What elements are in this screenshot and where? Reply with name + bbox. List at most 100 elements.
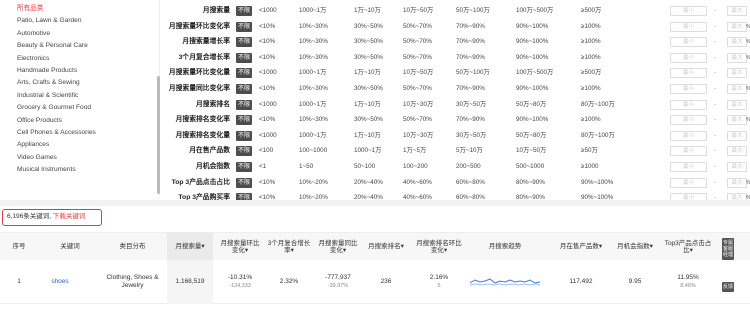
filter-option[interactable]: 1万~10万 xyxy=(354,99,381,111)
filter-unlimited-tag[interactable]: 不限 xyxy=(236,37,253,48)
filter-option[interactable]: 20%~40% xyxy=(354,177,383,189)
filter-option[interactable]: 1万~10万 xyxy=(354,67,381,79)
filter-option[interactable]: 10万~30万 xyxy=(403,130,433,142)
filter-min-input[interactable]: 最小 xyxy=(670,37,707,48)
filter-option[interactable]: <1000 xyxy=(259,5,277,17)
consult-button[interactable]: 专属客服经理 xyxy=(722,238,734,260)
filter-option[interactable]: <10% xyxy=(259,177,275,189)
sidebar-item-category[interactable]: Cell Phones & Accessories xyxy=(0,127,159,139)
filter-option[interactable]: 200~500 xyxy=(456,161,481,173)
filter-option[interactable]: 50%~70% xyxy=(403,83,432,95)
filter-min-input[interactable]: 最小 xyxy=(670,177,707,188)
col-mom-change[interactable]: 月搜索量环比变化▾ xyxy=(218,233,262,261)
filter-option[interactable]: 1000~1万 xyxy=(354,145,381,157)
filter-option[interactable]: 80%~90% xyxy=(516,177,545,189)
filter-option[interactable]: 30%~50% xyxy=(354,21,383,33)
col-products[interactable]: 月在售产品数▾ xyxy=(556,233,606,261)
sidebar-scrollbar[interactable] xyxy=(157,76,160,194)
filter-option[interactable]: 50%~70% xyxy=(403,114,432,126)
filter-option[interactable]: 90%~100% xyxy=(516,114,548,126)
filter-option[interactable]: ≥100% xyxy=(581,21,601,33)
filter-max-input[interactable]: 最大 xyxy=(727,21,747,32)
sidebar-item-category[interactable]: Electronics xyxy=(0,53,159,65)
col-search-rank[interactable]: 月搜索排名▾ xyxy=(364,233,408,261)
filter-unlimited-tag[interactable]: 不限 xyxy=(236,162,253,172)
sidebar-item-category[interactable]: Grocery & Gourmet Food xyxy=(0,102,159,114)
filter-option[interactable]: ≥100% xyxy=(581,36,601,48)
sidebar-item-category[interactable]: Video Games xyxy=(0,152,159,164)
filter-option[interactable]: 40%~60% xyxy=(403,177,432,189)
sidebar-item-category[interactable]: Industrial & Scientific xyxy=(0,90,159,102)
filter-unlimited-tag[interactable]: 不限 xyxy=(236,6,253,16)
filter-option[interactable]: 90%~100% xyxy=(516,36,548,48)
filter-option[interactable]: <10% xyxy=(259,21,275,33)
filter-option[interactable]: 10%~30% xyxy=(299,114,328,126)
filter-option[interactable]: 90%~100% xyxy=(581,177,613,189)
filter-option[interactable]: 1~50 xyxy=(299,161,313,173)
col-rank-change[interactable]: 月搜索排名环比变化▾ xyxy=(414,233,464,261)
filter-option[interactable]: 90%~100% xyxy=(516,21,548,33)
sidebar-item-category[interactable]: Beauty & Personal Care xyxy=(0,40,159,52)
filter-option[interactable]: 60%~80% xyxy=(456,177,485,189)
filter-option[interactable]: ≥1000 xyxy=(581,161,598,173)
filter-option[interactable]: 10万~50万 xyxy=(403,67,433,79)
filter-option[interactable]: 70%~90% xyxy=(456,114,485,126)
filter-option[interactable]: 50%~70% xyxy=(403,52,432,64)
filter-option[interactable]: <10% xyxy=(259,36,275,48)
sidebar-item-category[interactable]: Handmade Products xyxy=(0,65,159,77)
filter-option[interactable]: 100~1000 xyxy=(299,145,327,157)
filter-option[interactable]: <1 xyxy=(259,161,266,173)
filter-min-input[interactable]: 最小 xyxy=(670,99,707,110)
filter-min-input[interactable]: 最小 xyxy=(670,146,707,157)
filter-option[interactable]: ≥50万 xyxy=(581,145,598,157)
filter-option[interactable]: 80万~100万 xyxy=(581,99,615,111)
filter-option[interactable]: 30万~50万 xyxy=(456,99,486,111)
filter-max-input[interactable]: 最大 xyxy=(727,52,747,63)
sidebar-item-category[interactable]: Musical Instruments xyxy=(0,164,159,176)
filter-option[interactable]: 30%~50% xyxy=(354,52,383,64)
filter-option[interactable]: 70%~90% xyxy=(456,21,485,33)
filter-option[interactable]: 1000~1万 xyxy=(299,130,326,142)
filter-unlimited-tag[interactable]: 不限 xyxy=(236,84,253,94)
filter-option[interactable]: ≥500万 xyxy=(581,67,601,79)
filter-max-input[interactable]: 最大 xyxy=(727,177,747,188)
filter-option[interactable]: <1000 xyxy=(259,130,277,142)
filter-option[interactable]: ≥100% xyxy=(581,114,601,126)
filter-min-input[interactable]: 最小 xyxy=(670,6,707,16)
filter-min-input[interactable]: 最小 xyxy=(670,52,707,63)
sidebar-item-category[interactable]: Arts, Crafts & Sewing xyxy=(0,77,159,89)
filter-option[interactable]: 90%~100% xyxy=(516,52,548,64)
col-yoy-change[interactable]: 月搜索量同比变化▾ xyxy=(316,233,360,261)
filter-option[interactable]: 50~100 xyxy=(354,161,375,173)
filter-option[interactable]: 50万~80万 xyxy=(516,130,546,142)
filter-option[interactable]: 50万~80万 xyxy=(516,99,546,111)
filter-min-input[interactable]: 最小 xyxy=(670,115,707,126)
filter-option[interactable]: 1万~10万 xyxy=(354,5,381,17)
filter-option[interactable]: 1万~5万 xyxy=(403,145,426,157)
filter-option[interactable]: 80万~100万 xyxy=(581,130,615,142)
filter-min-input[interactable]: 最小 xyxy=(670,68,707,79)
filter-option[interactable]: 10万~50万 xyxy=(516,145,546,157)
filter-unlimited-tag[interactable]: 不限 xyxy=(236,146,253,157)
filter-option[interactable]: 10%~20% xyxy=(299,177,328,189)
filter-max-input[interactable]: 最大 xyxy=(727,6,747,16)
filter-option[interactable]: 30%~50% xyxy=(354,83,383,95)
sidebar-item-category[interactable]: 所有品类 xyxy=(0,3,159,15)
filter-option[interactable]: <1000 xyxy=(259,67,277,79)
filter-max-input[interactable]: 最大 xyxy=(727,162,747,172)
filter-unlimited-tag[interactable]: 不限 xyxy=(236,177,253,188)
filter-option[interactable]: 10%~30% xyxy=(299,52,328,64)
filter-max-input[interactable]: 最大 xyxy=(727,115,747,126)
sidebar-item-category[interactable]: Appliances xyxy=(0,139,159,151)
feedback-button[interactable]: 反馈 xyxy=(722,282,734,292)
sidebar-item-category[interactable]: Automotive xyxy=(0,28,159,40)
filter-unlimited-tag[interactable]: 不限 xyxy=(236,68,253,79)
filter-max-input[interactable]: 最大 xyxy=(727,37,747,48)
filter-option[interactable]: 10%~30% xyxy=(299,36,328,48)
col-cagr[interactable]: 3个月复合增长率▾ xyxy=(267,233,311,261)
filter-option[interactable]: 100万~500万 xyxy=(516,67,553,79)
filter-unlimited-tag[interactable]: 不限 xyxy=(236,99,253,110)
filter-max-input[interactable]: 最大 xyxy=(727,130,747,141)
filter-min-input[interactable]: 最小 xyxy=(670,84,707,94)
filter-option[interactable]: ≥100% xyxy=(581,52,601,64)
